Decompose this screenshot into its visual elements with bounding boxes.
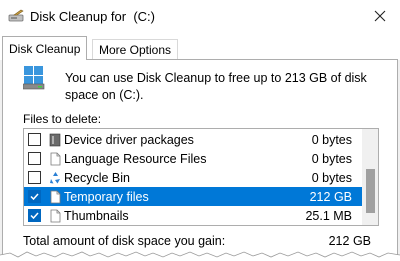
checkbox-language-resource-files[interactable] bbox=[28, 152, 41, 165]
file-label: Device driver packages bbox=[64, 132, 194, 147]
file-label: Thumbnails bbox=[64, 208, 129, 223]
disk-cleanup-icon bbox=[8, 9, 26, 23]
file-icon bbox=[48, 151, 62, 167]
drive-icon bbox=[22, 64, 45, 90]
checkbox-device-driver-packages[interactable] bbox=[28, 133, 41, 146]
file-size: 0 bytes bbox=[311, 170, 352, 185]
files-list[interactable]: Device driver packages 0 bytes Language … bbox=[23, 128, 379, 226]
list-item-temporary-files[interactable]: Temporary files 212 GB bbox=[24, 187, 362, 206]
list-item-device-driver-packages[interactable]: Device driver packages 0 bytes bbox=[24, 130, 362, 149]
checkbox-temporary-files[interactable] bbox=[28, 190, 41, 203]
file-size: 212 GB bbox=[309, 189, 352, 204]
torn-edge bbox=[0, 251, 400, 261]
file-size: 25.1 MB bbox=[305, 208, 352, 223]
driver-package-icon bbox=[48, 132, 62, 148]
file-icon bbox=[48, 208, 62, 224]
close-button[interactable] bbox=[360, 0, 400, 34]
checkmark-icon bbox=[30, 193, 39, 201]
file-label: Language Resource Files bbox=[64, 151, 207, 166]
list-item-recycle-bin[interactable]: Recycle Bin 0 bytes bbox=[24, 168, 362, 187]
tab-more-options[interactable]: More Options bbox=[92, 39, 179, 60]
list-item-language-resource-files[interactable]: Language Resource Files 0 bytes bbox=[24, 149, 362, 168]
files-to-delete-label: Files to delete: bbox=[23, 112, 102, 126]
close-icon bbox=[374, 10, 386, 25]
file-label: Temporary files bbox=[64, 189, 149, 204]
checkbox-recycle-bin[interactable] bbox=[28, 171, 41, 184]
file-size: 0 bytes bbox=[311, 151, 352, 166]
list-item-thumbnails[interactable]: Thumbnails 25.1 MB bbox=[24, 206, 362, 225]
title-bar: Disk Cleanup for (C:) bbox=[0, 0, 400, 34]
checkbox-thumbnails[interactable] bbox=[28, 209, 41, 222]
tab-disk-cleanup[interactable]: Disk Cleanup bbox=[2, 36, 88, 60]
checkmark-icon bbox=[30, 212, 39, 220]
file-icon bbox=[48, 189, 62, 205]
disk-cleanup-window: Disk Cleanup for (C:) Disk Cleanup More … bbox=[0, 0, 400, 261]
window-title: Disk Cleanup for (C:) bbox=[30, 9, 155, 24]
file-size: 0 bytes bbox=[311, 132, 352, 147]
scrollbar-thumb[interactable] bbox=[366, 169, 375, 213]
tab-strip: Disk Cleanup More Options bbox=[0, 34, 400, 60]
tab-page-disk-cleanup: You can use Disk Cleanup to free up to 2… bbox=[2, 59, 398, 261]
list-scrollbar[interactable] bbox=[362, 129, 378, 225]
info-text: You can use Disk Cleanup to free up to 2… bbox=[65, 71, 367, 102]
file-label: Recycle Bin bbox=[64, 170, 130, 185]
recycle-bin-icon bbox=[48, 170, 62, 186]
